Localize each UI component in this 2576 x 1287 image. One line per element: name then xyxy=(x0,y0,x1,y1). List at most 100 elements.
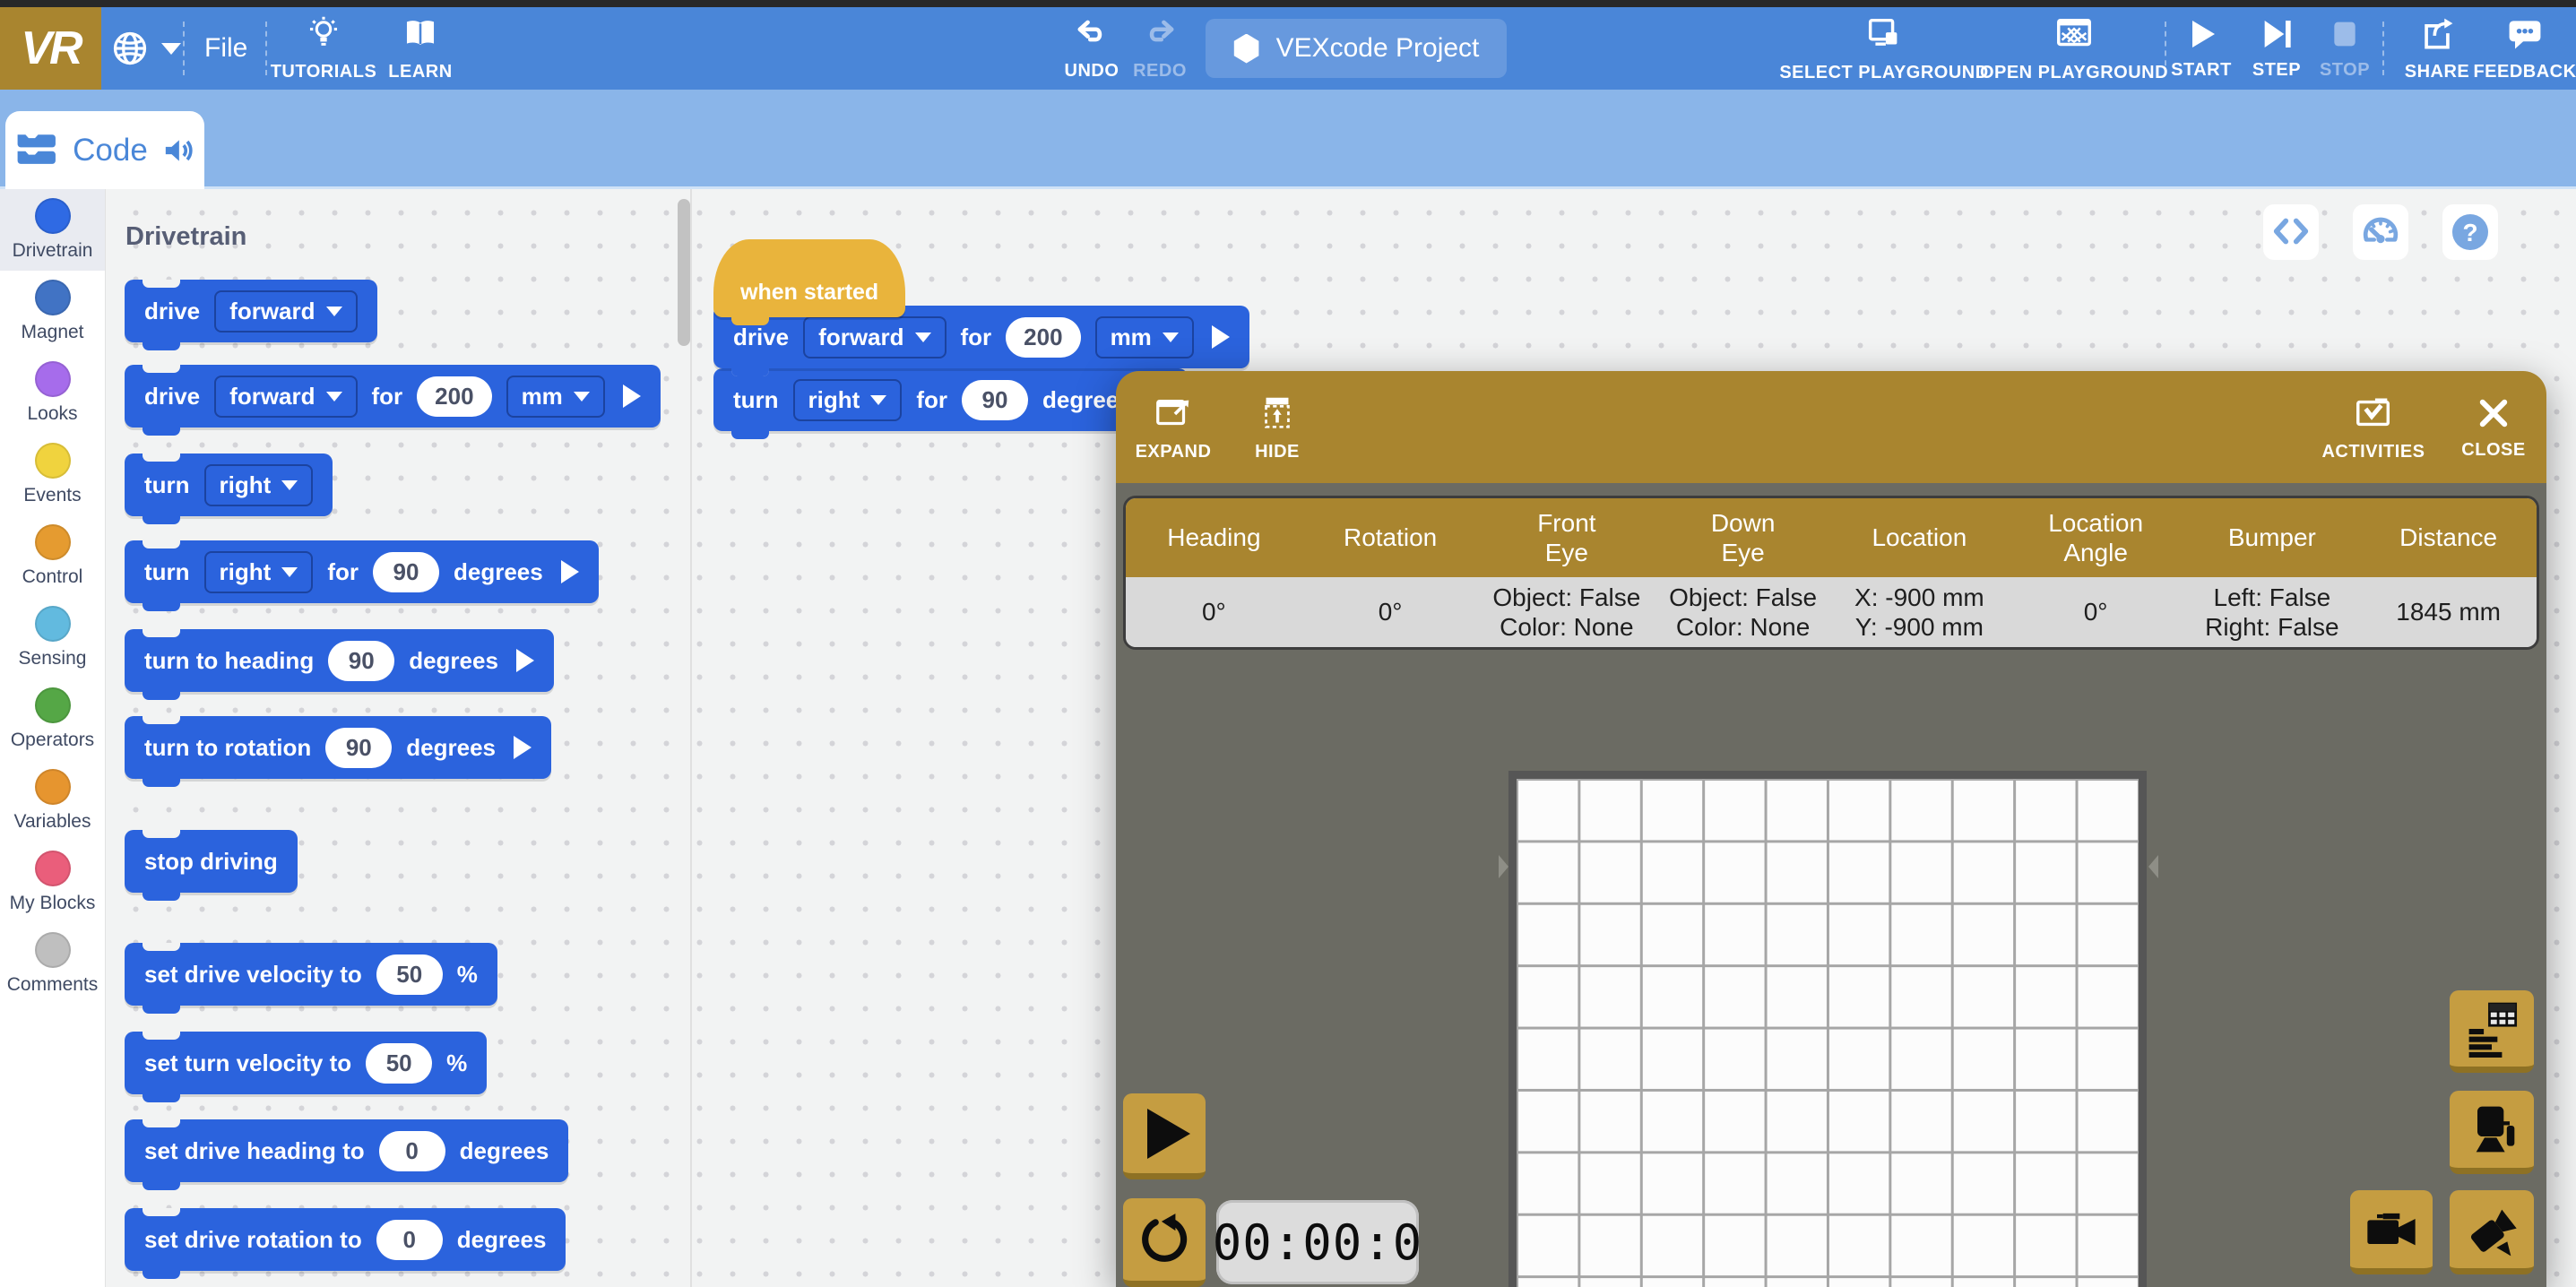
code-view-icon xyxy=(2270,212,2312,253)
sidebar-item-sensing[interactable]: Sensing xyxy=(0,597,105,678)
activities-button[interactable]: ACTIVITIES xyxy=(2306,371,2441,483)
sidebar-item-looks[interactable]: Looks xyxy=(0,352,105,434)
select-playground-button[interactable]: SELECT PLAYGROUND xyxy=(1794,7,1974,90)
sidebar-item-magnet[interactable]: Magnet xyxy=(0,271,105,352)
open-playground-button[interactable]: OPEN PLAYGROUND xyxy=(1986,7,2162,90)
palette-block[interactable]: driveforwardfor200mm xyxy=(125,365,661,428)
block-number-input[interactable]: 90 xyxy=(328,641,394,681)
camera-tilt-view-button[interactable] xyxy=(2450,1190,2534,1274)
reset-icon xyxy=(1137,1212,1192,1267)
block-dropdown[interactable]: forward xyxy=(214,376,357,418)
playground-titlebar[interactable]: EXPAND HIDE ACTIVITIES xyxy=(1116,371,2546,483)
tab-code[interactable]: Code xyxy=(5,111,204,189)
block-dropdown[interactable]: mm xyxy=(506,376,605,418)
chevron-down-icon xyxy=(915,333,931,342)
learn-label: LEARN xyxy=(388,62,452,82)
share-button[interactable]: SHARE xyxy=(2399,7,2476,90)
category-label: Operators xyxy=(11,730,94,751)
activities-icon xyxy=(2353,393,2394,434)
field-resize-handle-right[interactable] xyxy=(2148,855,2158,878)
palette-block[interactable]: set drive heading to0degrees xyxy=(125,1119,568,1182)
block-number-input[interactable]: 50 xyxy=(366,1043,432,1084)
sidebar-item-drivetrain[interactable]: Drivetrain xyxy=(0,189,105,271)
palette-block[interactable]: driveforward xyxy=(125,280,377,342)
learn-button[interactable]: LEARN xyxy=(380,7,461,90)
palette-block[interactable]: turnrightfor90degrees xyxy=(125,540,599,603)
block-dropdown[interactable]: right xyxy=(793,379,903,421)
block-number-input[interactable]: 90 xyxy=(373,552,439,592)
language-menu[interactable] xyxy=(109,7,181,90)
block-label: for xyxy=(961,324,992,351)
playground-field-grid[interactable] xyxy=(1508,771,2147,1287)
reset-playground-button[interactable] xyxy=(1123,1198,1206,1287)
camera-view-button[interactable] xyxy=(2350,1190,2433,1274)
sensor-dashboard-table: HeadingRotationFrontEyeDownEyeLocationLo… xyxy=(1123,496,2539,650)
block-dropdown[interactable]: right xyxy=(204,551,314,593)
project-name-field[interactable]: VEXcode Project xyxy=(1206,19,1507,78)
block-number-input[interactable]: 200 xyxy=(1006,317,1080,358)
block-number-input[interactable]: 50 xyxy=(376,954,443,995)
block-dropdown[interactable]: forward xyxy=(803,316,946,358)
open-playground-label: OPEN PLAYGROUND xyxy=(1980,63,2168,83)
run-block-arrow-icon[interactable] xyxy=(561,560,579,583)
block-number-input[interactable]: 0 xyxy=(379,1131,445,1171)
palette-block[interactable]: stop driving xyxy=(125,830,298,893)
sidebar-item-operators[interactable]: Operators xyxy=(0,678,105,760)
stop-button[interactable]: STOP xyxy=(2312,7,2377,90)
palette-block[interactable]: turnright xyxy=(125,453,333,516)
palette-block[interactable]: turn to rotation90degrees xyxy=(125,716,551,779)
palette-block[interactable]: set drive velocity to50% xyxy=(125,943,497,1006)
help-button[interactable]: ? xyxy=(2442,204,2498,260)
toggle-robot-view-button[interactable] xyxy=(2450,1091,2534,1174)
tilt-camera-icon xyxy=(2463,1201,2520,1258)
palette-block[interactable]: set turn velocity to50% xyxy=(125,1032,487,1094)
palette-block[interactable]: set drive rotation to0degrees xyxy=(125,1208,566,1271)
run-block-arrow-icon[interactable] xyxy=(623,384,641,408)
dashboard-value-cell: 0° xyxy=(1302,597,1479,626)
field-resize-handle-left[interactable] xyxy=(1499,855,1508,878)
block-label: set drive heading to xyxy=(144,1137,365,1165)
start-button[interactable]: START xyxy=(2169,7,2234,90)
block-dropdown[interactable]: mm xyxy=(1095,316,1194,358)
run-block-arrow-icon[interactable] xyxy=(516,649,534,672)
file-menu[interactable]: File xyxy=(195,7,256,90)
tutorials-button[interactable]: TUTORIALS xyxy=(271,7,376,90)
dashboard-gauge-button[interactable] xyxy=(2353,204,2408,260)
view-code-button[interactable] xyxy=(2263,204,2319,260)
chevron-down-icon xyxy=(326,392,342,402)
category-color-dot xyxy=(35,361,71,397)
run-block-arrow-icon[interactable] xyxy=(514,736,532,759)
expand-button[interactable]: EXPAND xyxy=(1128,371,1218,483)
sidebar-item-my-blocks[interactable]: My Blocks xyxy=(0,842,105,923)
run-playground-button[interactable] xyxy=(1123,1093,1206,1179)
toggle-dashboard-button[interactable] xyxy=(2450,990,2534,1073)
sidebar-item-variables[interactable]: Variables xyxy=(0,760,105,842)
run-block-arrow-icon[interactable] xyxy=(1212,325,1230,349)
step-button[interactable]: STEP xyxy=(2244,7,2309,90)
redo-button[interactable]: REDO xyxy=(1128,7,1192,90)
step-label: STEP xyxy=(2252,60,2301,81)
chevron-down-icon xyxy=(870,395,886,405)
block-number-input[interactable]: 0 xyxy=(376,1220,443,1260)
expand-icon xyxy=(1153,393,1194,434)
block-number-input[interactable]: 90 xyxy=(962,380,1028,420)
block-number-input[interactable]: 200 xyxy=(417,376,491,417)
hide-button[interactable]: HIDE xyxy=(1241,371,1313,483)
feedback-button[interactable]: FEEDBACK xyxy=(2479,7,2571,90)
close-playground-button[interactable]: CLOSE xyxy=(2453,371,2534,483)
palette-scrollbar[interactable] xyxy=(678,199,690,346)
block-dropdown[interactable]: right xyxy=(204,464,314,506)
chevron-down-icon xyxy=(326,307,342,316)
category-color-dot xyxy=(35,524,71,560)
block-label: drive xyxy=(144,383,200,410)
palette-block[interactable]: turn to heading90degrees xyxy=(125,629,554,692)
block-dropdown[interactable]: forward xyxy=(214,290,357,333)
undo-button[interactable]: UNDO xyxy=(1059,7,1124,90)
block-label: degrees xyxy=(409,647,498,675)
sidebar-item-events[interactable]: Events xyxy=(0,434,105,515)
sidebar-item-control[interactable]: Control xyxy=(0,515,105,597)
sidebar-item-comments[interactable]: Comments xyxy=(0,923,105,1005)
chevron-down-icon xyxy=(281,480,298,490)
block-number-input[interactable]: 90 xyxy=(325,728,392,768)
when-started-hat-block[interactable]: when started xyxy=(713,239,905,317)
